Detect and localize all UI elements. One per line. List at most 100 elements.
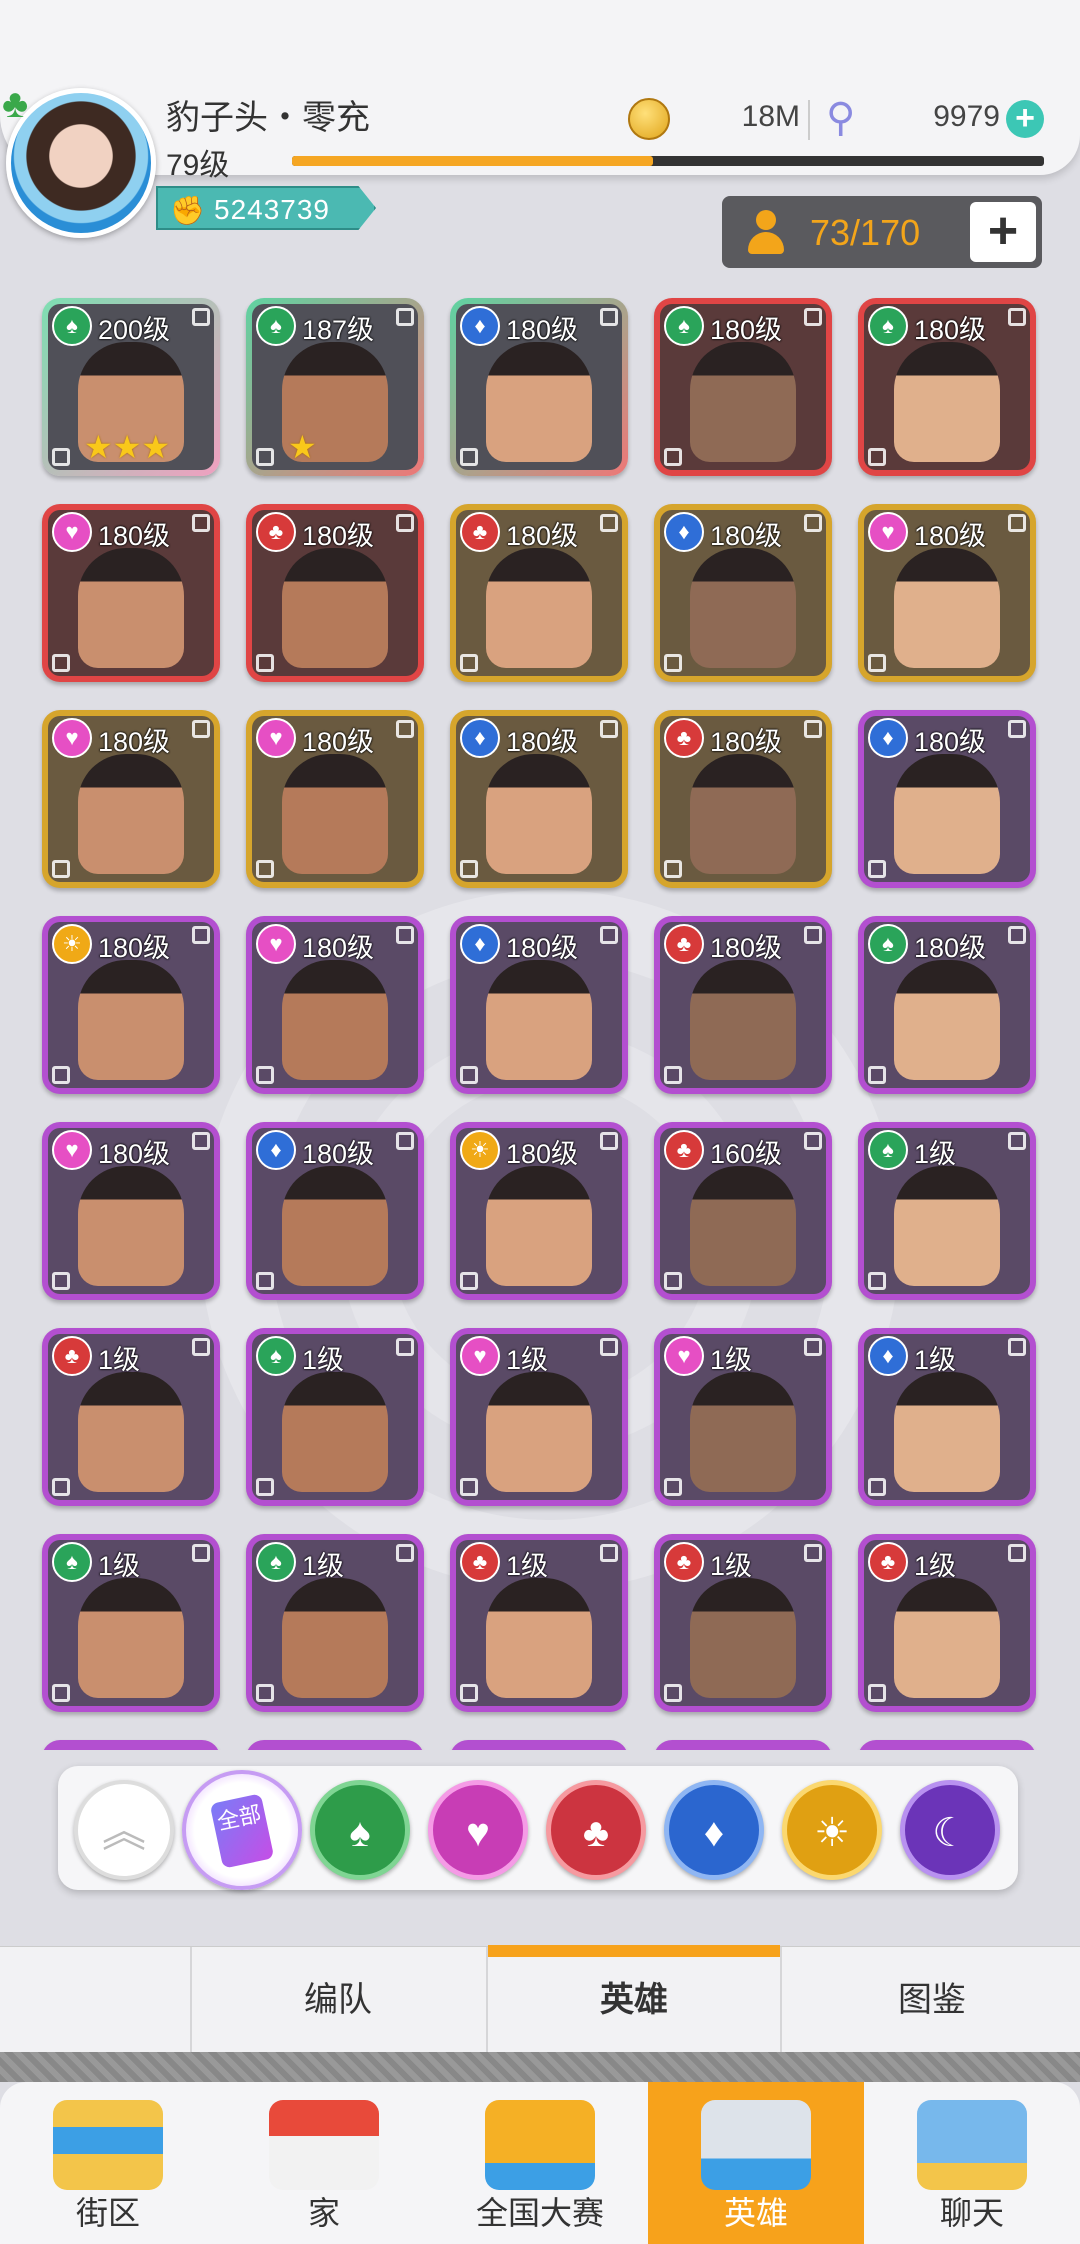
nav-street[interactable]: 街区 [0, 2082, 216, 2244]
hero-card[interactable]: ♣ 180级 [654, 710, 832, 888]
frame-corner-icon [804, 514, 822, 532]
sub-tab-bar: 编队 英雄 图鉴 [0, 1945, 1080, 2053]
hero-level: 180级 [914, 727, 987, 757]
nav-chat[interactable]: 聊天 [864, 2082, 1080, 2244]
hero-card[interactable]: ♦ 180级 [246, 1122, 424, 1300]
green-element-icon: ♠ [256, 1542, 296, 1582]
frame-corner-icon [256, 860, 274, 878]
hero-card[interactable]: ♦ 1级 [858, 1328, 1036, 1506]
hero-card[interactable] [654, 1740, 832, 1750]
hero-card[interactable]: ♠ 180级 [654, 298, 832, 476]
hero-card[interactable] [42, 1740, 220, 1750]
tab-codex[interactable]: 图鉴 [784, 1947, 1080, 2053]
hero-level: 200级 [98, 315, 171, 345]
frame-corner-icon [192, 1544, 210, 1562]
signpost-icon [53, 2100, 163, 2190]
hero-portrait [486, 548, 592, 668]
hero-card[interactable]: ♥ 1级 [654, 1328, 832, 1506]
frame-corner-icon [192, 720, 210, 738]
filter-all-button[interactable]: 全部 [182, 1770, 302, 1890]
hero-card[interactable]: ♠ 1级 [42, 1534, 220, 1712]
hero-card-inner: ♠ 1级 [48, 1540, 214, 1706]
hero-card[interactable]: ♦ 180级 [450, 298, 628, 476]
hero-card-inner: ♦ 180级 [252, 1128, 418, 1294]
frame-corner-icon [804, 720, 822, 738]
hero-card[interactable] [450, 1740, 628, 1750]
hero-card[interactable]: ☀ 180级 [42, 916, 220, 1094]
tab-formation[interactable]: 编队 [190, 1947, 484, 2053]
filter-heart-button[interactable]: ♥ [428, 1780, 528, 1880]
hero-portrait [486, 754, 592, 874]
hero-card[interactable]: ♣ 1级 [858, 1534, 1036, 1712]
hero-card[interactable]: ♥ 180级 [42, 504, 220, 682]
red-element-icon: ♣ [460, 512, 500, 552]
hero-card[interactable]: ☀ 180级 [450, 1122, 628, 1300]
hero-level: 180级 [98, 521, 171, 551]
hero-card[interactable]: ♥ 180级 [858, 504, 1036, 682]
scroll-top-button[interactable]: ︽ [74, 1780, 174, 1880]
hero-card[interactable]: ♥ 180级 [246, 916, 424, 1094]
hero-card[interactable]: ♠ 1级 [246, 1328, 424, 1506]
blue-element-icon: ♦ [460, 718, 500, 758]
hero-card[interactable]: ♠ 180级 [858, 916, 1036, 1094]
hero-card[interactable]: ♥ 180级 [42, 1122, 220, 1300]
hero-card[interactable]: ♦ 180级 [450, 916, 628, 1094]
pink-element-icon: ♥ [52, 1130, 92, 1170]
hero-card-inner: ♠ 1级 [252, 1540, 418, 1706]
hero-card[interactable] [246, 1740, 424, 1750]
hero-card[interactable]: ♥ 1级 [450, 1328, 628, 1506]
hero-portrait [282, 1578, 388, 1698]
pink-element-icon: ♥ [256, 718, 296, 758]
nav-home[interactable]: 家 [216, 2082, 432, 2244]
hero-portrait [486, 1372, 592, 1492]
hero-card[interactable]: ♣ 180级 [450, 504, 628, 682]
blue-element-icon: ♦ [868, 1336, 908, 1376]
hero-card[interactable]: ♦ 180级 [654, 504, 832, 682]
hero-level: 180级 [710, 315, 783, 345]
frame-corner-icon [1008, 514, 1026, 532]
filter-spade-button[interactable]: ♠ [310, 1780, 410, 1880]
hero-level: 1级 [914, 1139, 957, 1169]
red-element-icon: ♣ [256, 512, 296, 552]
hero-card[interactable]: ♣ 160级 [654, 1122, 832, 1300]
hero-grid: ♠ 200级 ★★★ ♠ 187级 ★ ♦ 180级 ♠ 180级 ♠ 180级 ♥ 180级 ♣ 180级 ♣… [0, 290, 1080, 1750]
hero-card[interactable]: ♠ 200级 ★★★ [42, 298, 220, 476]
add-gems-button[interactable]: + [1006, 100, 1044, 138]
nav-tournament[interactable]: 全国大赛 [432, 2082, 648, 2244]
hero-card[interactable]: ♠ 180级 [858, 298, 1036, 476]
filter-diamond-button[interactable]: ♦ [664, 1780, 764, 1880]
hero-card[interactable]: ♠ 1级 [858, 1122, 1036, 1300]
hero-card[interactable]: ♦ 180级 [858, 710, 1036, 888]
hero-card[interactable]: ♥ 180级 [42, 710, 220, 888]
red-element-icon: ♣ [664, 718, 704, 758]
hero-card[interactable]: ♣ 1级 [450, 1534, 628, 1712]
hero-card[interactable]: ♣ 180级 [654, 916, 832, 1094]
filter-club-button[interactable]: ♣ [546, 1780, 646, 1880]
hero-card[interactable] [858, 1740, 1036, 1750]
hero-card[interactable]: ♣ 180级 [246, 504, 424, 682]
hero-card[interactable]: ♣ 1级 [42, 1328, 220, 1506]
nav-heroes[interactable]: 英雄 [648, 2082, 864, 2244]
frame-corner-icon [52, 654, 70, 672]
hero-card-inner: ♥ 180级 [864, 510, 1030, 676]
hero-card[interactable]: ♦ 180级 [450, 710, 628, 888]
player-name: 豹子头・零充 [166, 99, 370, 137]
expand-capacity-button[interactable]: + [970, 202, 1036, 262]
hero-level: 180级 [914, 933, 987, 963]
tab-heroes[interactable]: 英雄 [486, 1945, 782, 2053]
house-icon [269, 2100, 379, 2190]
filter-sun-button[interactable]: ☀ [782, 1780, 882, 1880]
frame-corner-icon [804, 1544, 822, 1562]
hero-card-inner: ♦ 1级 [864, 1334, 1030, 1500]
frame-corner-icon [664, 860, 682, 878]
filter-moon-button[interactable]: ☾ [900, 1780, 1000, 1880]
chat-bubble-icon [917, 2100, 1027, 2190]
green-element-icon: ♠ [868, 924, 908, 964]
hero-level: 180级 [914, 315, 987, 345]
hero-card[interactable]: ♥ 180级 [246, 710, 424, 888]
hero-card[interactable]: ♠ 187级 ★ [246, 298, 424, 476]
hero-level: 160级 [710, 1139, 783, 1169]
hero-card[interactable]: ♣ 1级 [654, 1534, 832, 1712]
hero-card[interactable]: ♠ 1级 [246, 1534, 424, 1712]
hero-portrait [78, 1578, 184, 1698]
